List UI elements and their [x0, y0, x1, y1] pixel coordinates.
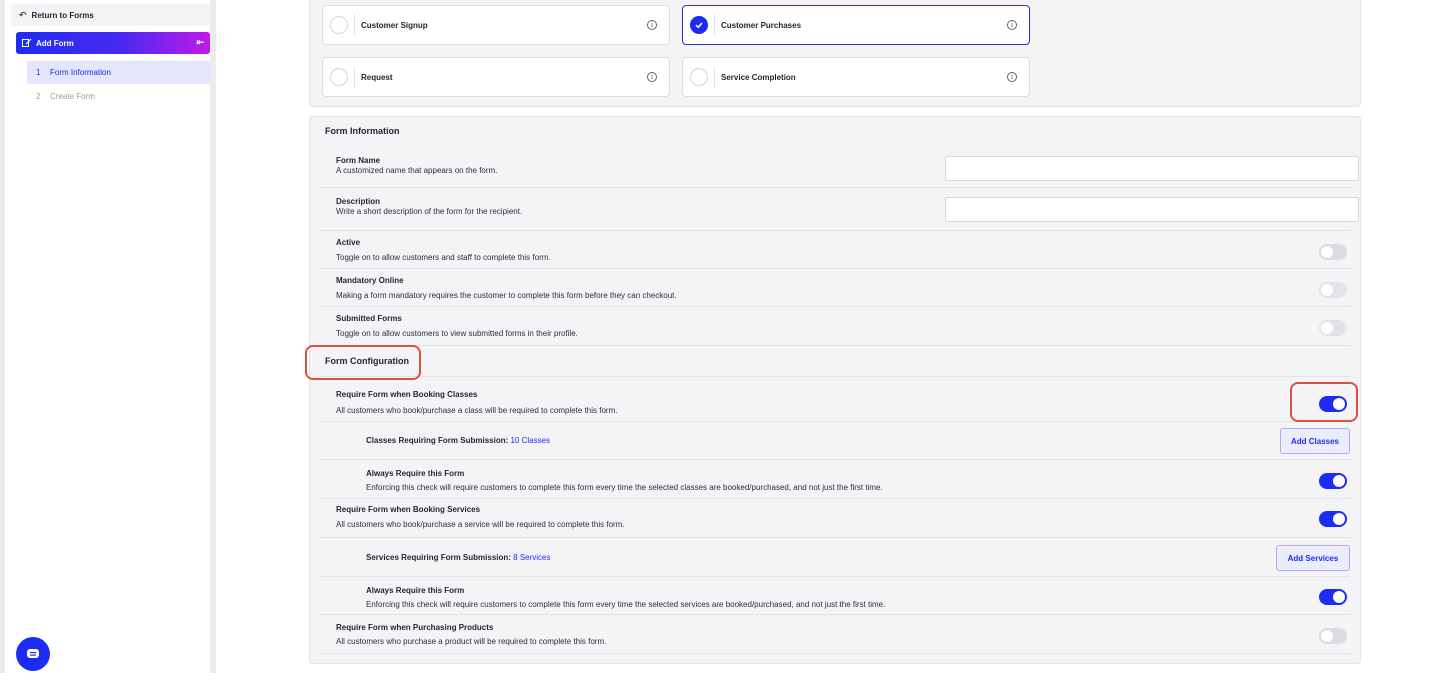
form-type-request[interactable]: Request i	[322, 57, 670, 97]
add-services-button[interactable]: Add Services	[1276, 545, 1350, 571]
step-create-form[interactable]: 2 Create Form	[27, 85, 210, 108]
divider	[354, 66, 355, 88]
radio-unchecked[interactable]	[690, 68, 708, 86]
services-requiring-text: Services Requiring Form Submission:	[366, 553, 511, 562]
return-to-forms-label: Return to Forms	[31, 10, 94, 20]
step-label: Create Form	[50, 92, 95, 101]
add-classes-button[interactable]: Add Classes	[1280, 428, 1350, 454]
submitted-forms-toggle[interactable]	[1319, 320, 1347, 336]
booking-services-toggle[interactable]	[1319, 511, 1347, 527]
form-type-customer-purchases[interactable]: Customer Purchases i	[682, 5, 1030, 45]
submitted-forms-title: Submitted Forms	[336, 314, 402, 323]
form-type-label: Service Completion	[721, 72, 796, 82]
form-name-title: Form Name	[336, 156, 381, 165]
info-icon[interactable]: i	[1007, 72, 1017, 82]
form-type-label: Customer Signup	[361, 20, 428, 30]
mandatory-online-title: Mandatory Online	[336, 276, 404, 285]
submitted-forms-row: Submitted Forms Toggle on to allow custo…	[320, 307, 1350, 346]
chat-icon	[27, 649, 39, 658]
sidebar: ↶ Return to Forms Add Form ⇤ 1 Form Info…	[0, 0, 210, 673]
always-require-classes-title: Always Require this Form	[366, 469, 465, 478]
booking-services-desc: All customers who book/purchase a servic…	[336, 520, 625, 529]
mandatory-online-row: Mandatory Online Making a form mandatory…	[320, 269, 1350, 307]
services-count-link[interactable]: 8 Services	[513, 553, 550, 562]
step-label: Form Information	[50, 68, 111, 77]
info-icon[interactable]: i	[1007, 20, 1017, 30]
back-arrow-icon: ↶	[19, 9, 27, 20]
form-type-label: Customer Purchases	[721, 20, 802, 30]
form-name-desc: A customized name that appears on the fo…	[336, 166, 498, 175]
step-form-information[interactable]: 1 Form Information	[27, 61, 210, 84]
form-configuration-highlight	[305, 345, 421, 380]
classes-requiring-text: Classes Requiring Form Submission:	[366, 436, 509, 445]
always-require-classes-toggle[interactable]	[1319, 473, 1347, 489]
purchasing-products-desc: All customers who purchase a product wil…	[336, 637, 607, 646]
booking-classes-title: Require Form when Booking Classes	[336, 390, 478, 399]
always-require-services-desc: Enforcing this check will require custom…	[366, 600, 886, 609]
purchasing-products-toggle[interactable]	[1319, 628, 1347, 644]
sidebar-divider	[210, 0, 216, 673]
always-require-services-row: Always Require this Form Enforcing this …	[320, 577, 1350, 615]
check-icon	[695, 22, 703, 29]
active-row: Active Toggle on to allow customers and …	[320, 231, 1350, 269]
divider	[714, 14, 715, 36]
mandatory-online-toggle[interactable]	[1319, 282, 1347, 298]
form-type-customer-signup[interactable]: Customer Signup i	[322, 5, 670, 45]
classes-requiring-row: Classes Requiring Form Submission: 10 Cl…	[320, 422, 1350, 460]
active-desc: Toggle on to allow customers and staff t…	[336, 253, 551, 262]
form-information-title: Form Information	[325, 126, 400, 136]
add-form-section-header[interactable]: Add Form ⇤	[16, 32, 210, 54]
form-name-input[interactable]	[945, 156, 1359, 181]
purchasing-products-title: Require Form when Purchasing Products	[336, 623, 494, 632]
form-name-row: Form Name A customized name that appears…	[320, 147, 1359, 188]
services-requiring-label: Services Requiring Form Submission: 8 Se…	[366, 553, 551, 562]
form-settings-panel: Form Information Form Name A customized …	[309, 116, 1361, 664]
booking-classes-row: Require Form when Booking Classes All cu…	[320, 376, 1350, 422]
divider	[714, 66, 715, 88]
always-require-services-toggle[interactable]	[1319, 589, 1347, 605]
form-type-panel: Customer Signup i Customer Purchases i R…	[309, 0, 1361, 107]
services-requiring-row: Services Requiring Form Submission: 8 Se…	[320, 538, 1350, 577]
always-require-classes-desc: Enforcing this check will require custom…	[366, 483, 883, 492]
step-number: 1	[36, 68, 41, 77]
description-row: Description Write a short description of…	[320, 188, 1359, 231]
purchasing-products-row: Require Form when Purchasing Products Al…	[320, 615, 1350, 654]
always-require-services-title: Always Require this Form	[366, 586, 465, 595]
info-icon[interactable]: i	[647, 20, 657, 30]
always-require-classes-row: Always Require this Form Enforcing this …	[320, 460, 1350, 499]
divider	[354, 14, 355, 36]
booking-classes-desc: All customers who book/purchase a class …	[336, 406, 618, 415]
radio-unchecked[interactable]	[330, 68, 348, 86]
submitted-forms-desc: Toggle on to allow customers to view sub…	[336, 329, 578, 338]
radio-checked[interactable]	[690, 16, 708, 34]
add-form-label: Add Form	[36, 38, 74, 48]
app-root: ↶ Return to Forms Add Form ⇤ 1 Form Info…	[0, 0, 1435, 673]
classes-count-link[interactable]: 10 Classes	[510, 436, 550, 445]
booking-classes-toggle-highlight	[1290, 382, 1358, 422]
chat-support-button[interactable]	[16, 637, 50, 671]
description-input[interactable]	[945, 197, 1359, 222]
radio-unchecked[interactable]	[330, 16, 348, 34]
description-desc: Write a short description of the form fo…	[336, 207, 523, 216]
form-type-service-completion[interactable]: Service Completion i	[682, 57, 1030, 97]
description-title: Description	[336, 197, 381, 206]
return-to-forms-link[interactable]: ↶ Return to Forms	[11, 4, 210, 26]
mandatory-online-desc: Making a form mandatory requires the cus…	[336, 291, 677, 300]
step-number: 2	[36, 92, 41, 101]
collapse-sidebar-icon[interactable]: ⇤	[196, 37, 204, 48]
active-title: Active	[336, 238, 361, 247]
classes-requiring-label: Classes Requiring Form Submission: 10 Cl…	[366, 436, 550, 445]
active-toggle[interactable]	[1319, 244, 1347, 260]
booking-services-row: Require Form when Booking Services All c…	[320, 499, 1350, 538]
booking-services-title: Require Form when Booking Services	[336, 505, 481, 514]
info-icon[interactable]: i	[647, 72, 657, 82]
edit-form-icon	[22, 38, 32, 48]
form-type-label: Request	[361, 72, 393, 82]
